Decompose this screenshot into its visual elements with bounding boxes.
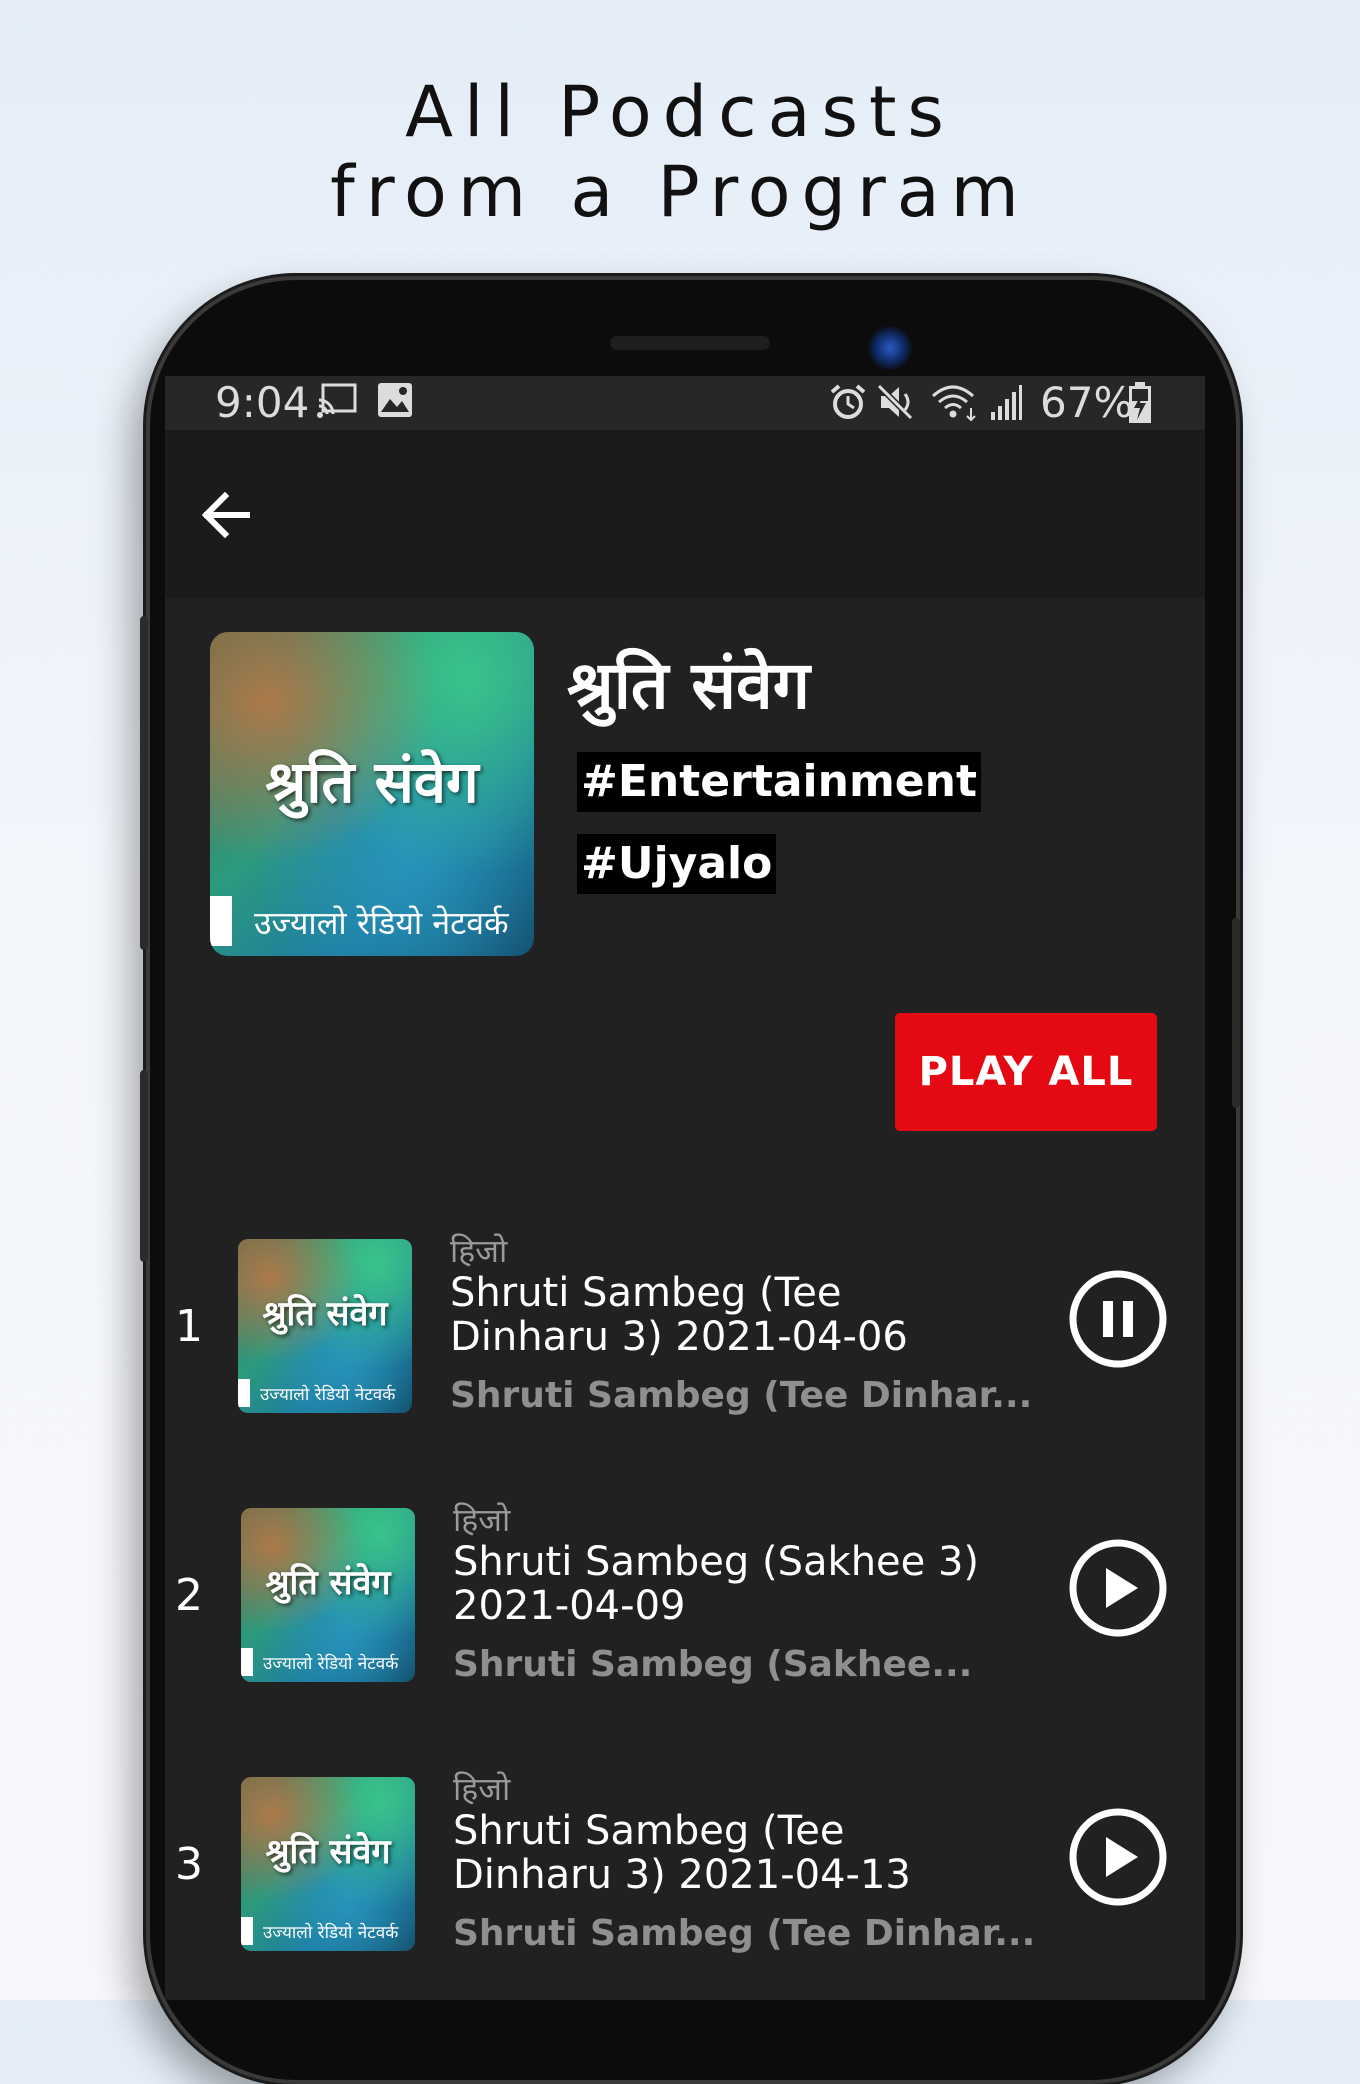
episode-number: 3 [175,1839,203,1890]
promo-heading-line1: All Podcasts [405,71,955,153]
program-title: श्रुति संवेग [567,647,810,724]
episode-number: 2 [175,1570,203,1621]
promo-heading-line2: from a Program [330,151,1030,233]
episode-date: हिजो [453,1770,511,1808]
episode-cover: श्रुति संवेग उज्यालो रेडियो नेटवर्क [241,1777,415,1951]
episode-cover-title: श्रुति संवेग [262,1294,388,1334]
battery-percent: 67% [1040,378,1134,427]
episode-cover-flag-icon [241,1917,253,1945]
episode-date: हिजो [453,1501,511,1539]
episode-subtitle: Shruti Sambeg (Sakhee... [453,1644,973,1685]
episode-cover: श्रुति संवेग उज्यालो रेडियो नेटवर्क [238,1239,412,1413]
episode-cover: श्रुति संवेग उज्यालो रेडियो नेटवर्क [241,1508,415,1682]
episode-cover-title: श्रुति संवेग [265,1563,391,1603]
alarm-icon [830,384,866,419]
mute-icon [877,383,914,421]
play-icon[interactable] [1068,1538,1168,1638]
episode-subtitle: Shruti Sambeg (Tee Dinhar... [450,1375,1033,1416]
play-all-button[interactable]: PLAY ALL [895,1013,1157,1131]
episode-title: Shruti Sambeg (Tee Dinharu 3) 2021-04-13 [453,1808,911,1898]
episode-title: Shruti Sambeg (Sakhee 3) 2021-04-09 [453,1539,980,1629]
tag-ujyalo[interactable]: #Ujyalo [577,834,777,894]
episode-row[interactable]: 2 श्रुति संवेग उज्यालो रेडियो नेटवर्क हि… [165,1498,1205,1698]
app-bar [165,430,1205,598]
episode-date: हिजो [450,1232,508,1270]
signal-icon [991,385,1022,420]
app-screen: 9:04 67% श्रुति संवेग उज्यालो रेडियो नेट… [165,376,1205,2000]
episode-row[interactable]: 1 श्रुति संवेग उज्यालो रेडियो नेटवर्क हि… [165,1229,1205,1429]
episode-cover-title: श्रुति संवेग [265,1832,391,1872]
episode-cover-flag-icon [238,1379,250,1407]
episode-title: Shruti Sambeg (Tee Dinharu 3) 2021-04-06 [450,1270,908,1360]
pause-icon[interactable] [1068,1269,1168,1369]
earpiece-speaker [610,336,770,350]
arrow-left-icon[interactable] [191,480,261,550]
episode-cover-flag-icon [241,1648,253,1676]
wifi-icon [931,385,976,422]
episode-subtitle: Shruti Sambeg (Tee Dinhar... [453,1913,1036,1954]
episode-cover-footer: उज्यालो रेडियो नेटवर्क [260,1385,396,1405]
episode-number: 1 [175,1301,203,1352]
image-icon [378,383,412,417]
episode-cover-footer: उज्यालो रेडियो नेटवर्क [263,1654,399,1674]
episode-cover-footer: उज्यालो रेडियो नेटवर्क [263,1923,399,1943]
cast-icon [317,383,357,418]
program-cover: श्रुति संवेग उज्यालो रेडियो नेटवर्क [210,632,534,956]
episode-row[interactable]: 3 श्रुति संवेग उज्यालो रेडियो नेटवर्क हि… [165,1767,1205,1967]
status-time: 9:04 [215,378,310,427]
promo-heading: All Podcasts from a Program [0,72,1360,232]
cover-flag-icon [210,896,232,946]
play-icon[interactable] [1068,1807,1168,1907]
front-camera [868,326,912,370]
volume-button [140,616,148,950]
battery-charging-icon [1129,382,1151,423]
status-bar: 9:04 67% [165,376,1205,430]
power-button [1232,918,1240,1108]
bixby-button [140,1070,148,1262]
cover-title: श्रुति संवेग [265,748,479,816]
tag-entertainment[interactable]: #Entertainment [577,752,981,812]
cover-footer: उज्यालो रेडियो नेटवर्क [254,904,509,942]
